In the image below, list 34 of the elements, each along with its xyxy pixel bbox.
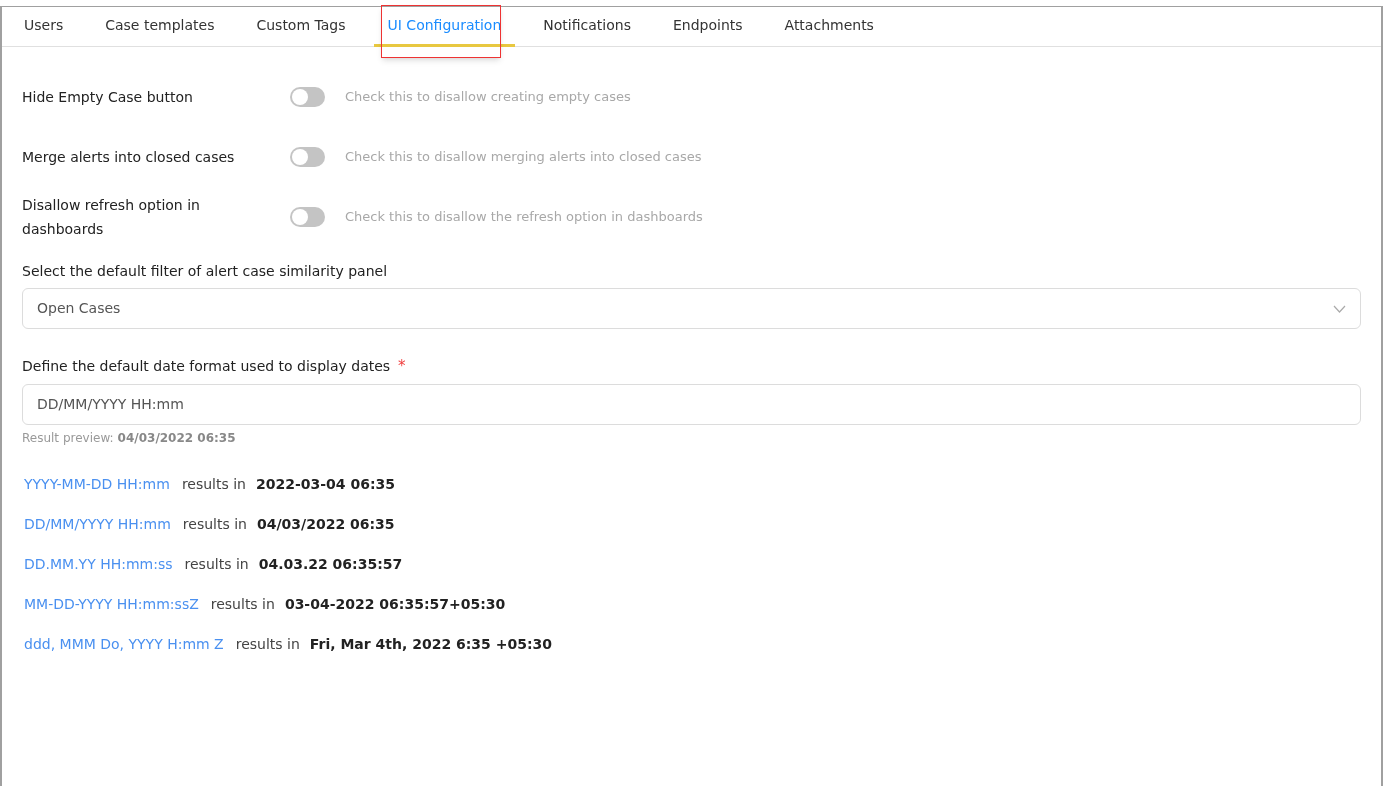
- filter-select[interactable]: Open Cases: [22, 288, 1361, 329]
- result-text: 03-04-2022 06:35:57+05:30: [284, 595, 506, 614]
- preview-label: Result preview:: [22, 429, 114, 447]
- setting-hint: Check this to disallow creating empty cases: [345, 88, 631, 107]
- result-text: Fri, Mar 4th, 2022 6:35 +05:30: [309, 635, 552, 654]
- field-label: Define the default date format used to display dates: [22, 356, 391, 376]
- field-label: Select the default filter of alert case similarity panel: [22, 262, 389, 281]
- result-text: 04.03.22 06:35:57: [258, 555, 403, 574]
- tab[interactable]: Attachments: [770, 7, 888, 47]
- setting-label: Disallow refresh option in dashboards: [22, 196, 201, 239]
- chevron-down-icon: [1333, 304, 1346, 313]
- connector-text: results in: [181, 475, 246, 494]
- setting-label: Merge alerts into closed cases: [22, 148, 236, 167]
- connector-text: results in: [235, 635, 300, 654]
- setting-hint: Check this to disallow merging alerts into closed cases: [345, 148, 702, 167]
- toggle-switch[interactable]: [290, 87, 325, 107]
- setting-hint: Check this to disallow the refresh option in dashboards: [345, 208, 703, 227]
- connector-text: results in: [210, 595, 275, 614]
- tab[interactable]: UI Configuration: [373, 7, 516, 47]
- toggle-switch[interactable]: [290, 147, 325, 167]
- date-format-input[interactable]: DD/MM/YYYY HH:mm: [22, 383, 1361, 425]
- preview-value: 04/03/2022 06:35: [117, 429, 236, 447]
- result-text: 2022-03-04 06:35: [256, 475, 395, 494]
- tab[interactable]: Endpoints: [658, 7, 757, 47]
- connector-text: results in: [184, 555, 249, 574]
- tab[interactable]: Users: [10, 7, 78, 47]
- connector-text: results in: [182, 515, 247, 534]
- tab[interactable]: Notifications: [529, 7, 645, 47]
- tab[interactable]: Custom Tags: [242, 7, 360, 47]
- setting-label: Hide Empty Case button: [22, 88, 194, 107]
- required-mark: *: [398, 356, 406, 377]
- tab[interactable]: Case templates: [91, 7, 229, 47]
- result-text: 04/03/2022 06:35: [257, 515, 395, 534]
- toggle-switch[interactable]: [290, 207, 325, 227]
